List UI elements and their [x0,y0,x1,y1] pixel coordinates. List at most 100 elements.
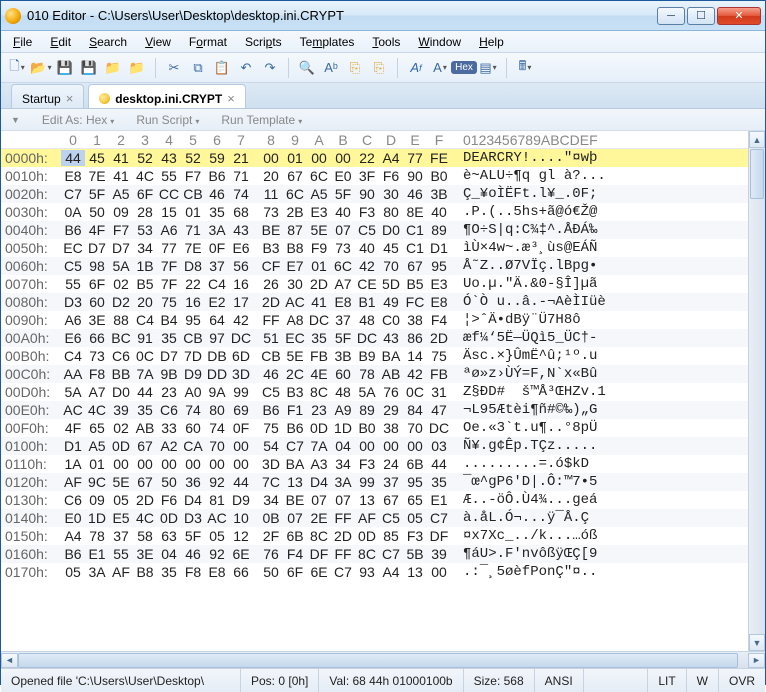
menu-tools[interactable]: Tools [372,35,400,49]
hex-bytes[interactable]: B6E1553E0446926E76F4DFFF8CC75B39 [61,546,451,562]
ascii-dump[interactable]: ¤x7Xc_../k...…óß [463,528,597,544]
hex-row[interactable]: 0040h:B64FF753A6713A43BE875E07C5D0C189¶O… [1,221,765,239]
hex-mode-icon[interactable]: Hex [454,58,474,78]
tab-close-icon[interactable]: × [227,91,235,106]
menu-scripts[interactable]: Scripts [245,35,282,49]
hex-row[interactable]: 00C0h:AAF8BB7A9BD9DD3D462C4E6078AB42FBªø… [1,365,765,383]
hex-bytes[interactable]: 44454152435259210001000022A477FE [61,150,451,166]
open-file-icon[interactable]: 📂▾ [31,58,51,78]
new-file-icon[interactable]: 🗋▾ [7,58,27,78]
scroll-right-icon[interactable]: ► [748,653,765,668]
hex-bytes[interactable]: A4783758635F05122F6B8C2D0D85F3DF [61,528,451,544]
ascii-dump[interactable]: Äsc.×}ÛmË^û;¹º.u [463,348,597,364]
font-icon[interactable]: Af [406,58,426,78]
ascii-dump[interactable]: DEARCRY!...."¤wþ [463,150,597,166]
hex-bytes[interactable]: D360D2207516E2172DAC41E8B149FCE8 [61,294,451,310]
menu-format[interactable]: Format [189,35,227,49]
hex-bytes[interactable]: A63E88C4B4956442FFA8DC3748C038F4 [61,312,451,328]
folder-icon[interactable]: 📁 [103,58,123,78]
hex-row[interactable]: 00D0h:5AA7D04423A09A99C5B38C485A760C31Z§… [1,383,765,401]
scroll-down-icon[interactable]: ▼ [749,634,765,651]
horizontal-scrollbar[interactable]: ◄ ► [1,651,765,668]
hex-bytes[interactable]: 4F6502AB3360740F75B60D1DB03870DC [61,420,451,436]
undo-icon[interactable]: ↶ [236,58,256,78]
close-button[interactable]: ✕ [717,7,761,25]
find-replace-icon[interactable]: Aᵇ [321,58,341,78]
ascii-dump[interactable]: .P.(..5hs+ã@ó€Ž@ [463,204,597,220]
vertical-scrollbar[interactable]: ▲ ▼ [748,131,765,651]
tab-desktop-ini-crypt[interactable]: desktop.ini.CRYPT × [88,84,246,108]
hex-row[interactable]: 0100h:D1A50D67A2CA700054C77A0400000003Ñ¥… [1,437,765,455]
hex-bytes[interactable]: 5AA7D04423A09A99C5B38C485A760C31 [61,384,451,400]
status-endian[interactable]: LIT [648,669,686,692]
tab-startup[interactable]: Startup × [11,84,84,108]
menu-templates[interactable]: Templates [300,35,355,49]
menu-edit[interactable]: Edit [50,35,71,49]
hex-bytes[interactable]: 556F02B57F22C41626302DA7CE5DB5E3 [61,276,451,292]
ascii-dump[interactable]: Ñ¥.g¢Êp.TÇz..... [463,438,597,454]
hex-row[interactable]: 0000h:44454152435259210001000022A477FEDE… [1,149,765,167]
hex-bytes[interactable]: ECD7D734777E0FE6B3B8F9734045C1D1 [61,240,451,256]
ascii-dump[interactable]: Æ..-öÔ.Ù4¾...geá [463,492,597,508]
hex-row[interactable]: 0120h:AF9C5E67503692447C13D43A99379535¯œ… [1,473,765,491]
menu-search[interactable]: Search [89,35,127,49]
ascii-dump[interactable]: æf¼‘5Ë—ÜQì5_ÜC†- [463,330,597,346]
cut-icon[interactable]: ✂ [164,58,184,78]
calculator-icon[interactable]: 🖩▾ [515,58,535,78]
goto-icon[interactable]: ⎘ [345,58,365,78]
hex-bytes[interactable]: C75FA56FCCCB4674116CA55F9030463B [61,186,451,202]
hex-bytes[interactable]: E01DE54C0DD3AC100B072EFFAFC505C7 [61,510,451,526]
ascii-dump[interactable]: ¯œ^gP6'D|.Ô:™7•5 [463,474,597,490]
menu-file[interactable]: File [13,35,32,49]
copy-icon[interactable]: ⧉ [188,58,208,78]
hex-bytes[interactable]: C473C60CD77DDB6DCB5EFB3BB9BA1475 [61,348,451,364]
menu-view[interactable]: View [145,35,171,49]
ascii-dump[interactable]: ªø»z›ÙÝ=F,N`x«Bû [463,366,597,382]
hex-row[interactable]: 0160h:B6E1553E0446926E76F4DFFF8CC75B39¶á… [1,545,765,563]
ascii-dump[interactable]: ìÙ×4w~.æ³¸ùs@EÁÑ [463,240,597,256]
hex-bytes[interactable]: B64FF753A6713A43BE875E07C5D0C189 [61,222,451,238]
ascii-dump[interactable]: ¦>ˆÄ•dBÿ¨Ü7H8ô [463,312,581,328]
hex-bytes[interactable]: C609052DF6D481D934BE0707136765E1 [61,492,451,508]
ascii-dump[interactable]: Z§ÐD# š™Å³ŒHZv.1 [463,384,606,400]
find-next-icon[interactable]: ⎘ [369,58,389,78]
scroll-left-icon[interactable]: ◄ [1,653,18,668]
hex-bytes[interactable]: 1A010000000000003DBAA334F3246B44 [61,456,451,472]
hex-bytes[interactable]: AF9C5E67503692447C13D43A99379535 [61,474,451,490]
hex-row[interactable]: 0020h:C75FA56FCCCB4674116CA55F9030463BÇ_… [1,185,765,203]
edit-as-dropdown[interactable]: Edit As: Hex▾ [42,113,114,127]
ascii-dump[interactable]: ¶O÷S|q:C¾‡^.ÅĐÁ‰ [463,222,597,238]
status-encoding[interactable]: ANSI [535,669,584,692]
hex-row[interactable]: 0090h:A63E88C4B4956442FFA8DC3748C038F4¦>… [1,311,765,329]
run-template-dropdown[interactable]: Run Template▾ [221,113,302,127]
hex-row[interactable]: 00B0h:C473C60CD77DDB6DCB5EFB3BB9BA1475Äs… [1,347,765,365]
find-icon[interactable]: 🔍 [297,58,317,78]
menu-window[interactable]: Window [418,35,461,49]
ascii-dump[interactable]: à.åL.Ó¬...ÿ¯Å.Ç [463,510,589,526]
hex-editor[interactable]: 0123456789ABCDEF 0123456789ABCDEF 0000h:… [1,131,765,651]
tab-close-icon[interactable]: × [66,91,74,106]
hex-row[interactable]: 00F0h:4F6502AB3360740F75B60D1DB03870DCOe… [1,419,765,437]
menu-help[interactable]: Help [479,35,504,49]
paste-icon[interactable]: 📋 [212,58,232,78]
hex-row[interactable]: 00A0h:E666BC9135CB97DC51EC355FDC43862Dæf… [1,329,765,347]
ascii-dump[interactable]: ¬L95Ætèi¶ñ#©‰)„G [463,402,597,418]
hex-bytes[interactable]: C5985A1B7FD83756CFE7016C42706795 [61,258,451,274]
hex-bytes[interactable]: 0A50092815013568732BE340F3808E40 [61,204,451,220]
hex-row[interactable]: 0060h:C5985A1B7FD83756CFE7016C42706795Å˜… [1,257,765,275]
scroll-thumb[interactable] [750,149,764,199]
hex-row[interactable]: 0010h:E87E414C55F7B67120676CE03FF690B0è~… [1,167,765,185]
ascii-dump[interactable]: Ó`Ò u..â.-¬AèÌIüè [463,294,606,310]
run-script-dropdown[interactable]: Run Script▾ [136,113,199,127]
hex-row[interactable]: 0170h:053AAFB835F8E866506F6EC793A41300.:… [1,563,765,581]
ascii-dump[interactable]: .........=.ó$kD [463,456,589,472]
hex-row[interactable]: 0030h:0A50092815013568732BE340F3808E40.P… [1,203,765,221]
hex-bytes[interactable]: AAF8BB7A9BD9DD3D462C4E6078AB42FB [61,366,451,382]
status-w[interactable]: W [687,669,719,692]
ascii-dump[interactable]: Oe.«3`t.u¶..°8pÜ [463,420,597,436]
ascii-dump[interactable]: .:¯¸5øèfPonÇ"¤.. [463,564,597,580]
hex-row[interactable]: 00E0h:AC4C3935C6748069B6F123A989298447¬L… [1,401,765,419]
folder2-icon[interactable]: 📁 [127,58,147,78]
hscroll-thumb[interactable] [18,653,738,668]
save-all-icon[interactable]: 💾 [79,58,99,78]
